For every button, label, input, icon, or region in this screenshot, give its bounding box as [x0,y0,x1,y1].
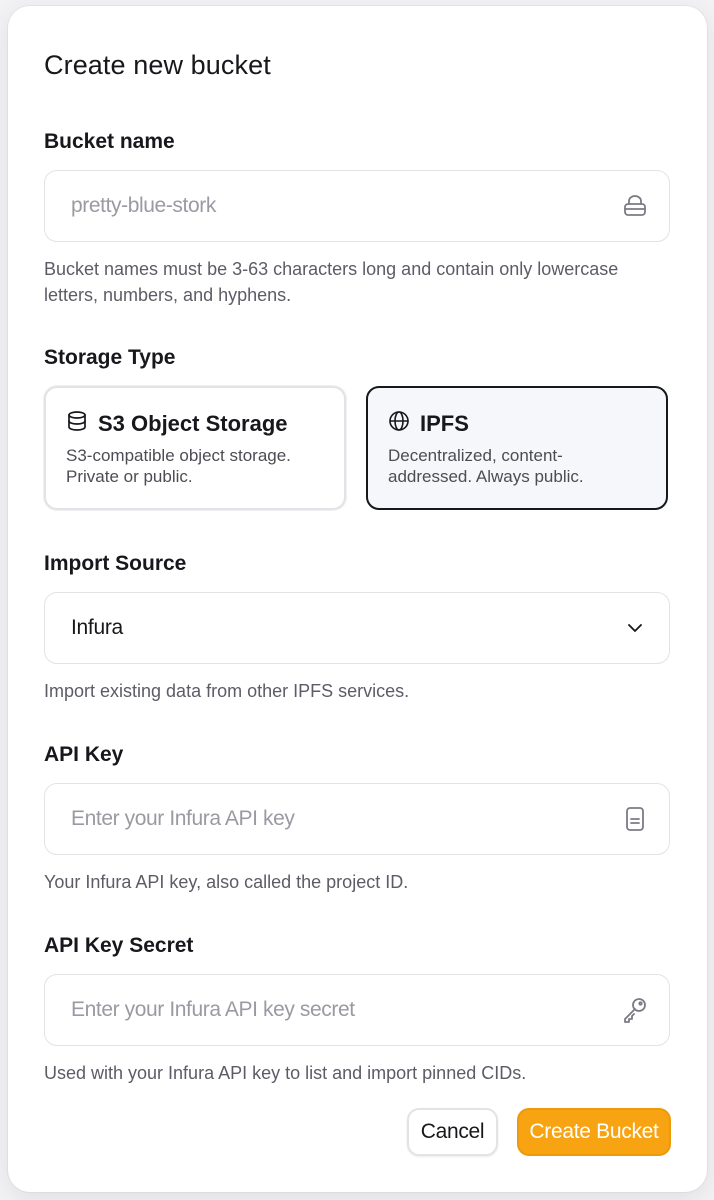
bucket-name-help: Bucket names must be 3-63 characters lon… [44,259,619,305]
globe-icon [388,410,410,437]
import-source-select[interactable]: Infura [44,592,670,664]
storage-option-ipfs[interactable]: IPFS Decentralized, content-addressed. A… [366,386,668,510]
import-source-help: Import existing data from other IPFS ser… [44,681,410,701]
storage-option-ipfs-description: Decentralized, content-addressed. Always… [388,446,584,486]
key-icon [621,996,649,1024]
api-key-placeholder: Enter your Infura API key [71,807,295,830]
cancel-button[interactable]: Cancel [407,1108,498,1156]
chevron-down-icon [621,614,649,642]
lock-icon [621,192,649,220]
storage-option-s3[interactable]: S3 Object Storage S3-compatible object s… [44,386,346,510]
bucket-name-placeholder: pretty-blue-stork [71,194,216,217]
bucket-name-label: Bucket name [44,130,175,153]
api-key-label: API Key [44,743,124,766]
api-key-secret-placeholder: Enter your Infura API key secret [71,998,355,1021]
api-key-secret-help: Used with your Infura API key to list an… [44,1063,527,1083]
create-bucket-dialog: Create new bucket Bucket name pretty-blu… [8,6,707,1192]
api-key-secret-label: API Key Secret [44,934,194,957]
api-key-field[interactable]: Enter your Infura API key [44,783,670,855]
document-icon [621,805,649,833]
import-source-value: Infura [71,616,123,639]
storage-option-ipfs-title: IPFS [420,410,469,436]
dialog-title: Create new bucket [44,50,271,80]
api-key-help: Your Infura API key, also called the pro… [44,872,409,892]
storage-option-s3-description: S3-compatible object storage. Private or… [66,446,291,486]
storage-type-label: Storage Type [44,346,176,369]
create-bucket-button[interactable]: Create Bucket [517,1108,671,1156]
bucket-name-field[interactable]: pretty-blue-stork [44,170,670,242]
database-icon [66,410,88,437]
storage-option-s3-title: S3 Object Storage [98,410,288,436]
import-source-label: Import Source [44,552,187,575]
api-key-secret-field[interactable]: Enter your Infura API key secret [44,974,670,1046]
